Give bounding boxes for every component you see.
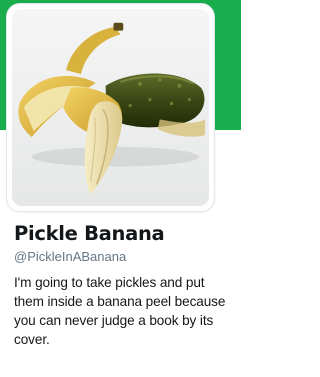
- avatar-image: [12, 9, 209, 206]
- profile-handle[interactable]: @PickleInABanana: [14, 249, 126, 264]
- profile-avatar[interactable]: [6, 3, 215, 212]
- pickle-banana-photo: [12, 9, 209, 206]
- profile-bio: I'm going to take pickles and put them i…: [14, 275, 226, 347]
- profile-display-name[interactable]: Pickle Banana: [14, 222, 165, 245]
